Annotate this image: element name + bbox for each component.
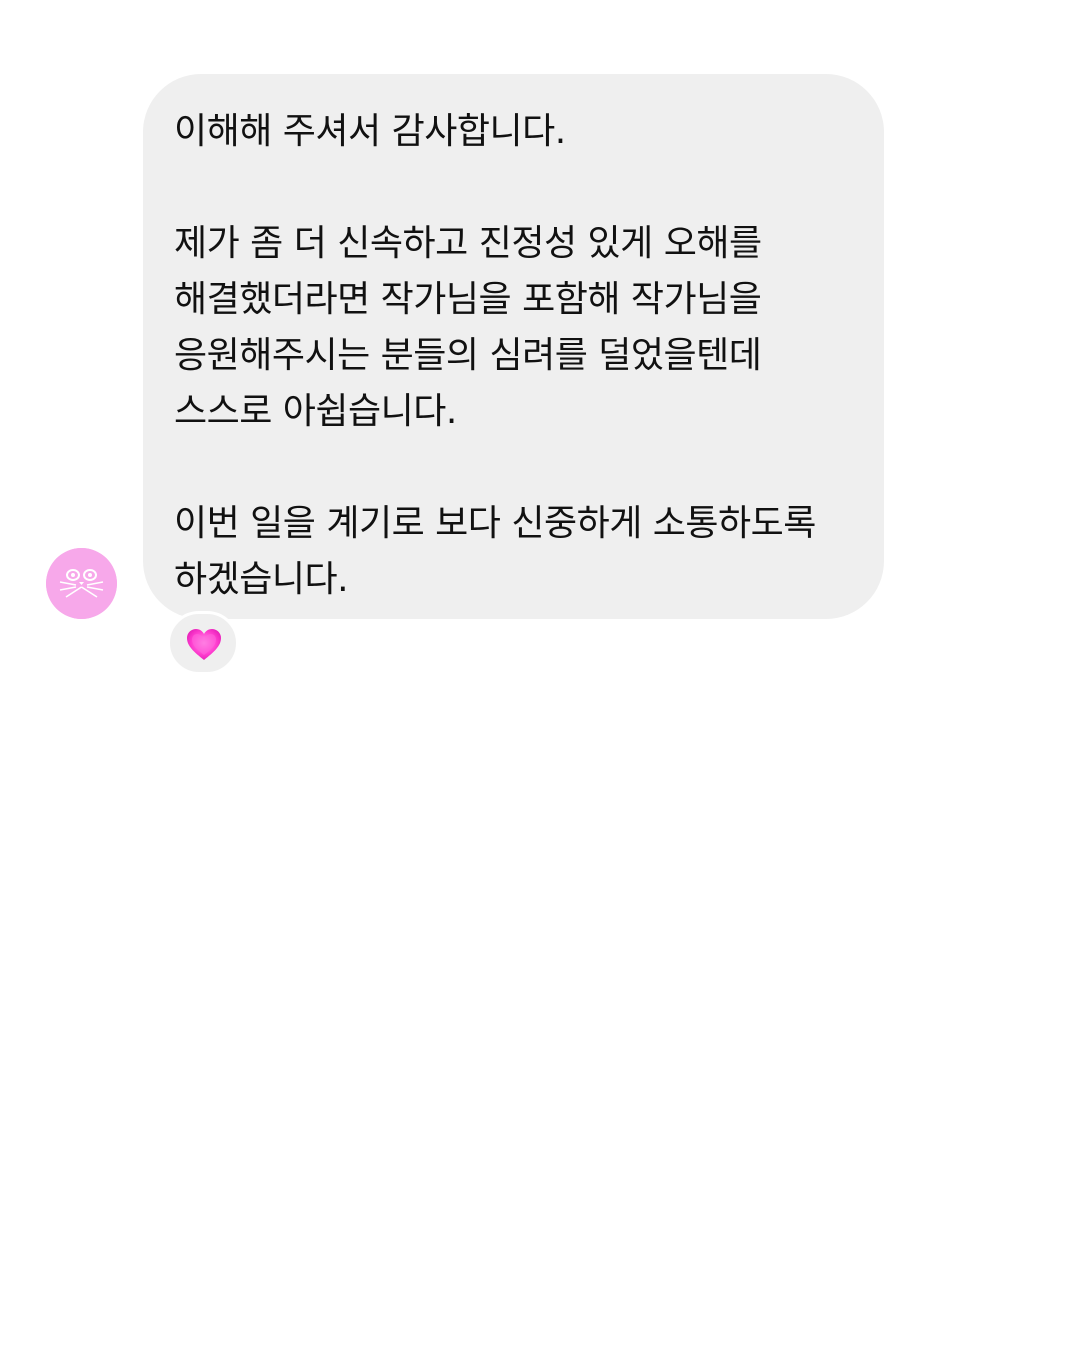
- message-line: 하겠습니다.: [174, 559, 349, 600]
- message-line: 이번 일을 계기로 보다 신중하게 소통하도록: [174, 503, 816, 544]
- message-bubble[interactable]: 이해해 주셔서 감사합니다. 제가 좀 더 신속하고 진정성 있게 오해를 해결…: [143, 74, 884, 619]
- message-line: 응원해주시는 분들의 심려를 덜었을텐데: [174, 335, 762, 376]
- message-line-blank: [174, 160, 864, 216]
- message-line-blank: [174, 440, 864, 496]
- message-line: 해결했더라면 작가님을 포함해 작가님을: [174, 279, 762, 320]
- reaction-badge[interactable]: [167, 611, 239, 675]
- message-line: 이해해 주셔서 감사합니다.: [174, 111, 566, 152]
- chat-screen: 이해해 주셔서 감사합니다. 제가 좀 더 신속하고 진정성 있게 오해를 해결…: [0, 0, 1080, 1350]
- message-line: 스스로 아쉽습니다.: [174, 391, 457, 432]
- sender-avatar[interactable]: [46, 548, 117, 619]
- pink-cat-face-icon: [46, 548, 117, 619]
- pink-heart-icon: [187, 629, 221, 660]
- message-line: 제가 좀 더 신속하고 진정성 있게 오해를: [174, 223, 762, 264]
